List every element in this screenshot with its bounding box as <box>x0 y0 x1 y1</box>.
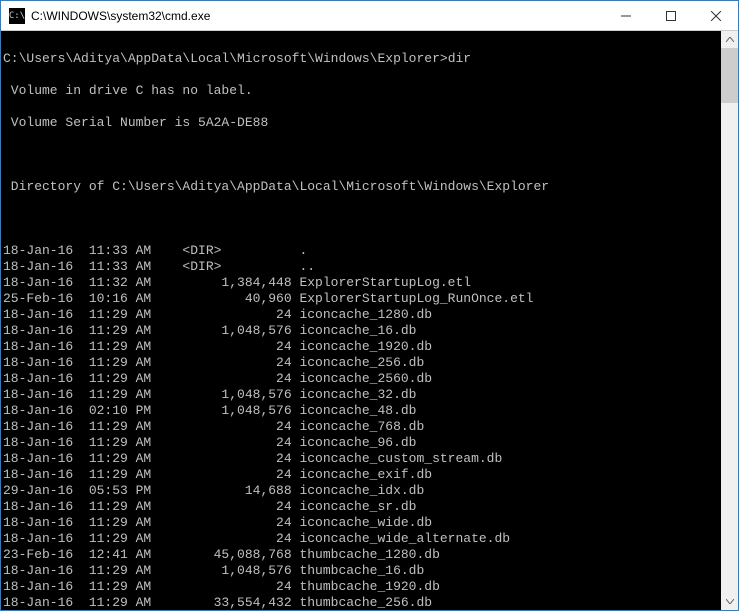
cmd-icon: C:\ <box>9 8 25 24</box>
maximize-button[interactable] <box>648 1 693 30</box>
blank-line <box>3 211 719 227</box>
listing-row: 18-Jan-16 11:29 AM 24 iconcache_768.db <box>3 419 719 435</box>
vertical-scrollbar[interactable] <box>721 31 738 610</box>
directory-of-line: Directory of C:\Users\Aditya\AppData\Loc… <box>3 179 719 195</box>
prompt-line: C:\Users\Aditya\AppData\Local\Microsoft\… <box>3 51 719 67</box>
listing-row: 18-Jan-16 11:29 AM 24 iconcache_1280.db <box>3 307 719 323</box>
titlebar[interactable]: C:\ C:\WINDOWS\system32\cmd.exe <box>1 1 738 31</box>
scroll-up-button[interactable] <box>721 31 738 48</box>
listing-row: 18-Jan-16 11:29 AM 1,048,576 thumbcache_… <box>3 563 719 579</box>
cmd-window: C:\ C:\WINDOWS\system32\cmd.exe C:\Users… <box>0 0 739 611</box>
close-icon <box>711 11 721 21</box>
listing-row: 18-Jan-16 11:29 AM 24 iconcache_2560.db <box>3 371 719 387</box>
volume-serial-line: Volume Serial Number is 5A2A-DE88 <box>3 115 719 131</box>
listing-row: 18-Jan-16 11:29 AM 1,048,576 iconcache_1… <box>3 323 719 339</box>
blank-line <box>3 147 719 163</box>
listing-row: 18-Jan-16 11:33 AM <DIR> . <box>3 243 719 259</box>
minimize-icon <box>621 11 631 21</box>
listing-row: 18-Jan-16 11:29 AM 24 iconcache_256.db <box>3 355 719 371</box>
prompt-command: dir <box>448 51 471 66</box>
listing-row: 18-Jan-16 11:29 AM 24 iconcache_sr.db <box>3 499 719 515</box>
listing-row: 29-Jan-16 05:53 PM 14,688 iconcache_idx.… <box>3 483 719 499</box>
chevron-down-icon <box>726 599 734 604</box>
listing-row: 18-Jan-16 11:29 AM 1,048,576 iconcache_3… <box>3 387 719 403</box>
window-controls <box>603 1 738 30</box>
listing-row: 18-Jan-16 11:29 AM 24 iconcache_custom_s… <box>3 451 719 467</box>
listing-row: 25-Feb-16 10:16 AM 40,960 ExplorerStartu… <box>3 291 719 307</box>
scroll-thumb[interactable] <box>721 48 738 103</box>
maximize-icon <box>666 11 676 21</box>
file-listing: 18-Jan-16 11:33 AM <DIR> .18-Jan-16 11:3… <box>3 243 719 610</box>
listing-row: 18-Jan-16 11:29 AM 24 iconcache_wide.db <box>3 515 719 531</box>
close-button[interactable] <box>693 1 738 30</box>
listing-row: 18-Jan-16 11:29 AM 24 thumbcache_1920.db <box>3 579 719 595</box>
listing-row: 23-Feb-16 12:41 AM 45,088,768 thumbcache… <box>3 547 719 563</box>
minimize-button[interactable] <box>603 1 648 30</box>
listing-row: 18-Jan-16 11:29 AM 24 iconcache_1920.db <box>3 339 719 355</box>
listing-row: 18-Jan-16 11:29 AM 24 iconcache_exif.db <box>3 467 719 483</box>
prompt-path: C:\Users\Aditya\AppData\Local\Microsoft\… <box>3 51 448 66</box>
window-title: C:\WINDOWS\system32\cmd.exe <box>31 9 603 23</box>
terminal-area: C:\Users\Aditya\AppData\Local\Microsoft\… <box>1 31 738 610</box>
listing-row: 18-Jan-16 11:29 AM 24 iconcache_wide_alt… <box>3 531 719 547</box>
listing-row: 18-Jan-16 11:32 AM 1,384,448 ExplorerSta… <box>3 275 719 291</box>
listing-row: 18-Jan-16 11:29 AM 33,554,432 thumbcache… <box>3 595 719 610</box>
listing-row: 18-Jan-16 11:33 AM <DIR> .. <box>3 259 719 275</box>
listing-row: 18-Jan-16 11:29 AM 24 iconcache_96.db <box>3 435 719 451</box>
terminal-output[interactable]: C:\Users\Aditya\AppData\Local\Microsoft\… <box>1 31 721 610</box>
scroll-down-button[interactable] <box>721 593 738 610</box>
volume-label-line: Volume in drive C has no label. <box>3 83 719 99</box>
listing-row: 18-Jan-16 02:10 PM 1,048,576 iconcache_4… <box>3 403 719 419</box>
chevron-up-icon <box>726 37 734 42</box>
